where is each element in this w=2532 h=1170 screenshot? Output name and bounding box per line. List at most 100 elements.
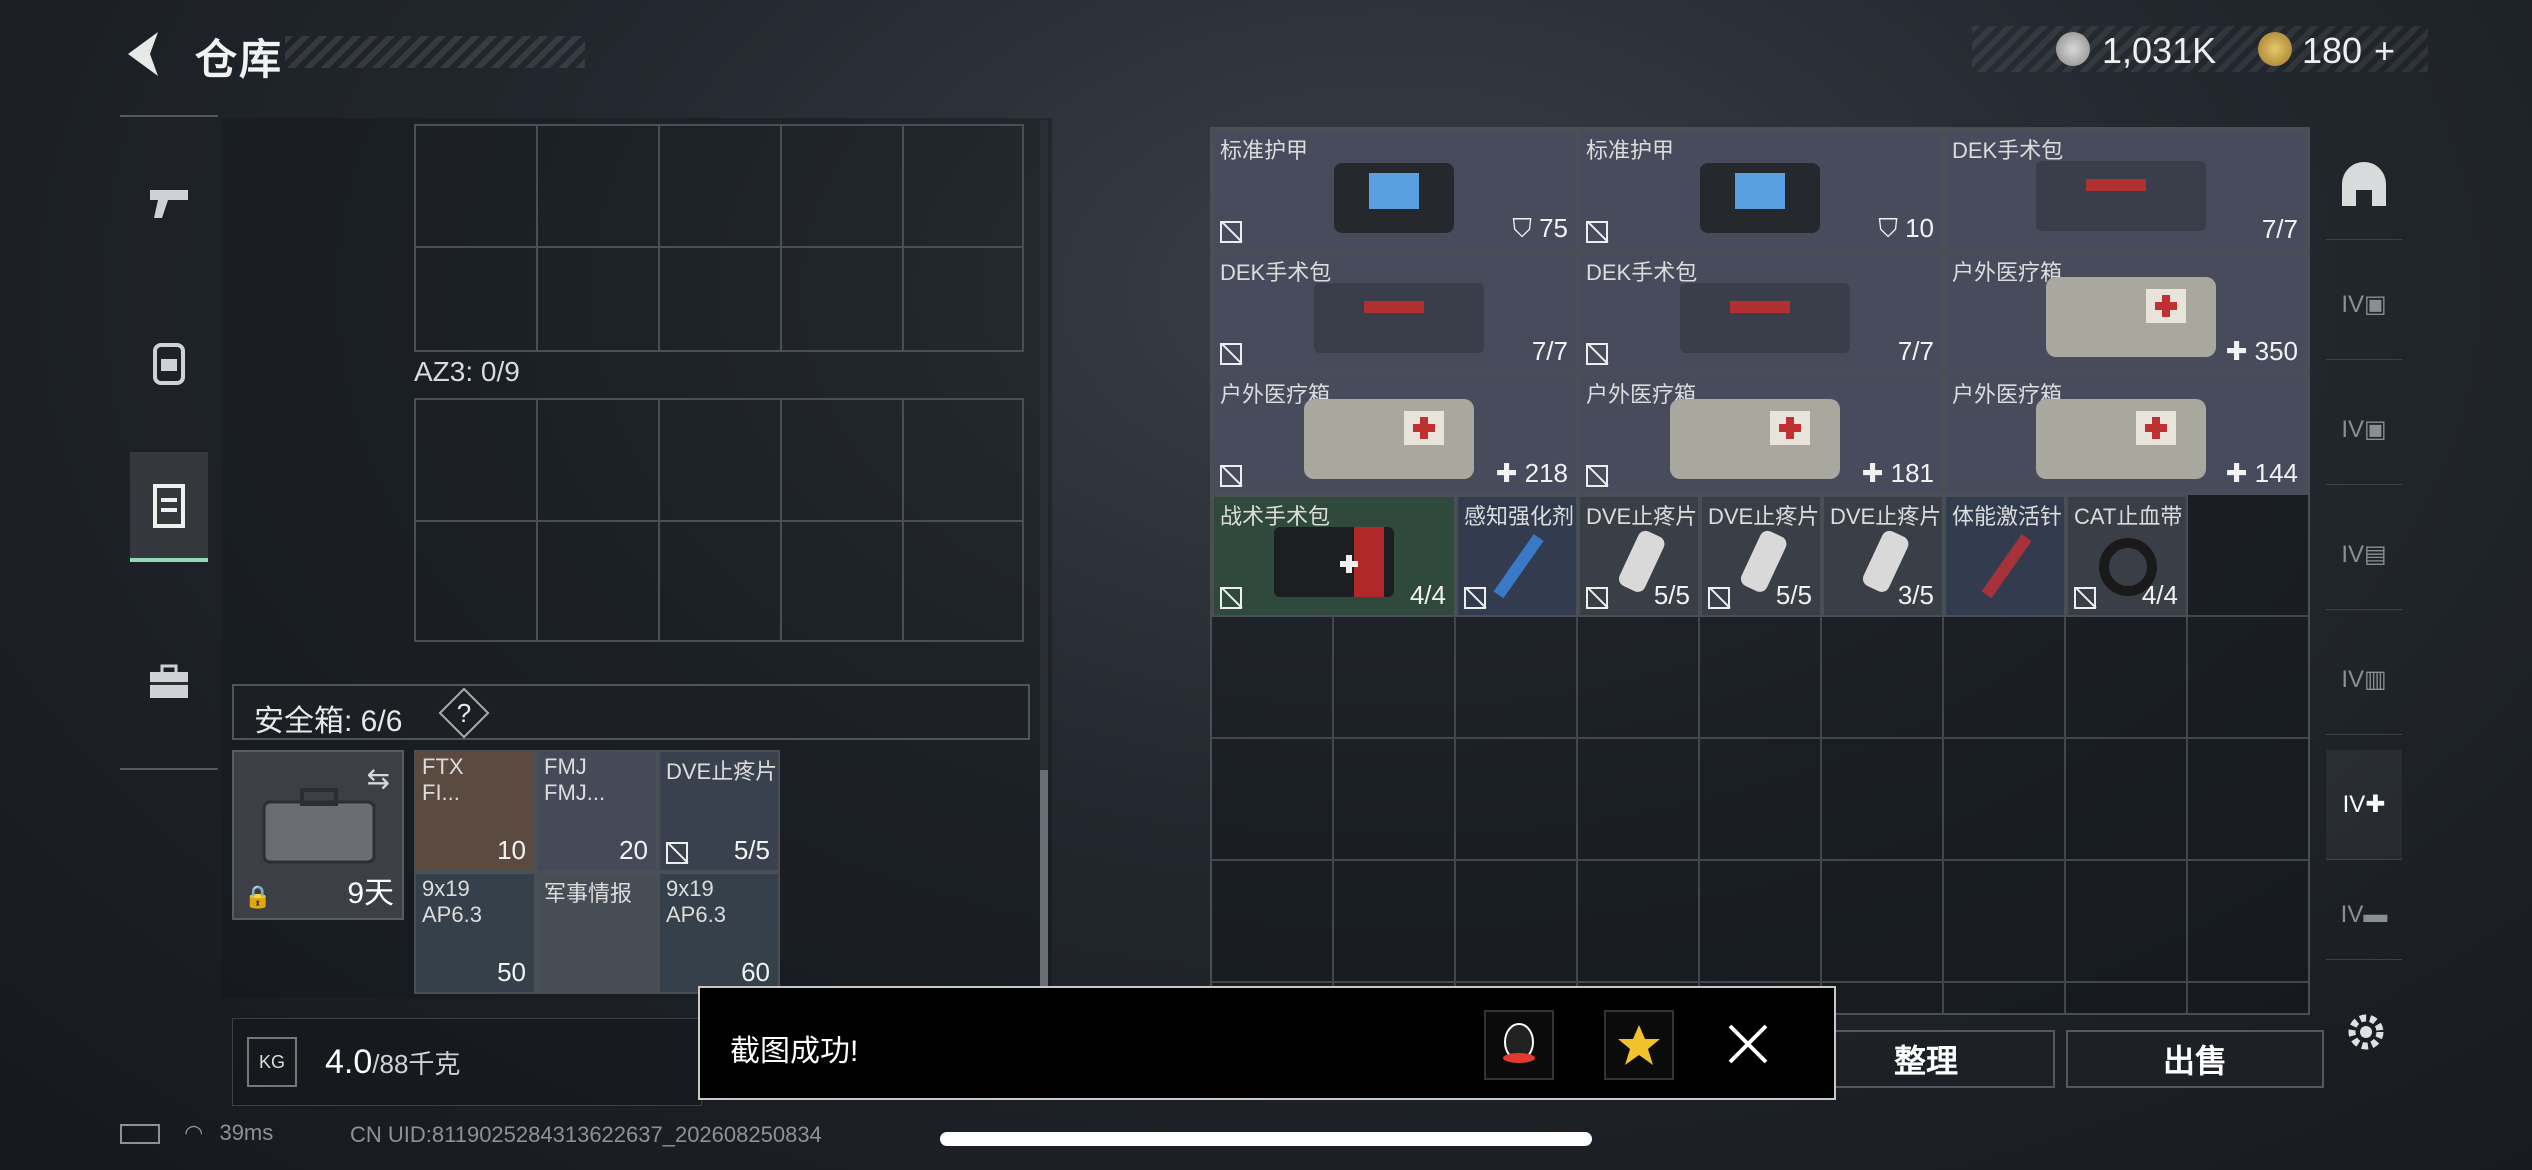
no-insure-icon [1220, 465, 1242, 487]
item-name: 标准护甲 [1220, 138, 1309, 163]
medkit-icon [1304, 399, 1474, 479]
category-medical[interactable]: IV ✚ [2326, 750, 2402, 860]
no-insure-icon [1586, 587, 1608, 609]
storage-item-dek-1[interactable]: DEK手术包 7/7 [1944, 129, 2308, 251]
category-3[interactable]: IV ▤ [2326, 500, 2402, 610]
share-qzone-button[interactable] [1604, 1010, 1674, 1080]
item-name: FMJ FMJ... [544, 754, 606, 805]
safebox-label: 安全箱: 6/6 [254, 705, 403, 738]
lock-icon: 🔒 [244, 884, 272, 909]
swap-icon[interactable]: ⇆ [367, 762, 390, 795]
settings-button[interactable] [2344, 1010, 2388, 1054]
storage-item-outdoor-3[interactable]: 户外医疗箱 ✚ 181 [1578, 373, 1944, 495]
nav-storage[interactable] [130, 452, 208, 562]
category-label: IV [2341, 665, 2364, 693]
storage-item-dve-2[interactable]: DVE止疼片 5/5 [1700, 495, 1822, 617]
item-count: ⛉ 10 [1878, 213, 1934, 243]
category-5[interactable]: IV ▬ [2326, 870, 2402, 960]
safe-item-intel[interactable]: 军事情报 [536, 872, 658, 994]
back-button[interactable] [118, 26, 168, 82]
container-grid-1[interactable] [414, 124, 1024, 352]
category-all[interactable] [2326, 130, 2402, 240]
weight-value: 4.0/88千克 [325, 1043, 460, 1082]
safe-item-fmj[interactable]: FMJ FMJ... 20 [536, 750, 658, 872]
az3-grid[interactable] [414, 398, 1024, 642]
item-count: 5/5 [1653, 580, 1690, 610]
pistol-icon [150, 190, 188, 218]
category-label: IV [2341, 540, 2364, 568]
category-label: IV [2340, 900, 2364, 928]
storage-item-dve-1[interactable]: DVE止疼片 5/5 [1578, 495, 1700, 617]
item-count: 3/5 [1897, 580, 1934, 610]
no-insure-icon [1708, 587, 1730, 609]
storage-item-outdoor-1[interactable]: 户外医疗箱 ✚ 350 [1944, 251, 2308, 373]
toast-close-button[interactable] [1726, 1022, 1770, 1066]
no-insure-icon [1220, 221, 1242, 243]
item-name: 9x19 AP6.3 [666, 876, 726, 927]
medkit-icon [2036, 399, 2206, 479]
item-count: 7/7 [2261, 214, 2298, 244]
storage-item-dve-3[interactable]: DVE止疼片 3/5 [1822, 495, 1944, 617]
storage-item-stamina[interactable]: 体能激活针 [1944, 495, 2066, 617]
silver-coin-icon [2056, 32, 2090, 66]
sell-button[interactable]: 出售 [2066, 1030, 2324, 1088]
storage-item-armor-1[interactable]: 标准护甲 ⛉ 75 [1212, 129, 1578, 251]
safe-item-ftx[interactable]: FTX FI... 10 [414, 750, 536, 872]
currency-bar: 1,031K 180 + [1972, 26, 2428, 72]
safe-item-dve[interactable]: DVE止疼片 5/5 [658, 750, 780, 872]
page-title: 仓库 [195, 36, 284, 83]
storage-item-armor-2[interactable]: 标准护甲 ⛉ 10 [1578, 129, 1944, 251]
category-2[interactable]: IV ▣ [2326, 375, 2402, 485]
item-count: 7/7 [1531, 336, 1568, 366]
safe-item-9x19-b[interactable]: 9x19 AP6.3 60 [658, 872, 780, 994]
no-insure-icon [1220, 343, 1242, 365]
storage-item-perception[interactable]: 感知强化剂 [1456, 495, 1578, 617]
weight-current: 4.0 [325, 1043, 373, 1081]
safe-case-tile[interactable]: ⇆ 🔒 9天 [232, 750, 404, 920]
no-insure-icon [1220, 587, 1242, 609]
nav-briefcase[interactable] [130, 627, 208, 737]
home-indicator[interactable] [940, 1132, 1592, 1146]
no-insure-icon [1586, 465, 1608, 487]
back-arrow-icon [128, 32, 158, 76]
safebox-help-button[interactable]: ? [438, 687, 490, 739]
syringe-icon [1493, 534, 1544, 599]
storage-item-tactical-kit[interactable]: 战术手术包 4/4 [1212, 495, 1456, 617]
item-name: 9x19 AP6.3 [422, 876, 482, 927]
no-insure-icon [1586, 221, 1608, 243]
item-count: 50 [497, 957, 526, 987]
item-name: DVE止疼片 [666, 759, 778, 784]
first-aid-kit-icon [1680, 283, 1850, 353]
category-label: IV [2341, 415, 2364, 443]
weight-max: /88千克 [372, 1049, 461, 1079]
currency-add-button[interactable]: + [2374, 30, 2395, 72]
no-insure-icon [2074, 587, 2096, 609]
no-insure-icon [1464, 587, 1486, 609]
wifi-icon: ◠ [184, 1120, 204, 1145]
left-scroll-thumb[interactable] [1040, 770, 1048, 1000]
safe-item-9x19-a[interactable]: 9x19 AP6.3 50 [414, 872, 536, 994]
toast-message: 截图成功! [730, 1035, 859, 1068]
armor-icon [1700, 163, 1820, 233]
storage-item-cat[interactable]: CAT止血带 4/4 [2066, 495, 2188, 617]
share-qq-button[interactable] [1484, 1010, 1554, 1080]
item-name: 军事情报 [544, 881, 633, 906]
item-count: 5/5 [733, 835, 770, 865]
armor-icon [1334, 163, 1454, 233]
nav-backpack[interactable] [130, 307, 208, 417]
first-aid-kit-icon [2036, 161, 2206, 231]
storage-item-outdoor-4[interactable]: 户外医疗箱 ✚ 144 [1944, 373, 2308, 495]
weight-indicator: KG 4.0/88千克 [232, 1018, 702, 1106]
category-4[interactable]: IV ▥ [2326, 625, 2402, 735]
ping-value: 39ms [219, 1120, 274, 1145]
storage-item-outdoor-2[interactable]: 户外医疗箱 ✚ 218 [1212, 373, 1578, 495]
backpack-icon [153, 343, 185, 385]
storage-item-dek-2[interactable]: DEK手术包 7/7 [1212, 251, 1578, 373]
category-1[interactable]: IV ▣ [2326, 250, 2402, 360]
screenshot-toast: 截图成功! [698, 986, 1836, 1100]
item-count: ✚ 350 [2225, 336, 2298, 366]
no-insure-icon [1586, 343, 1608, 365]
nav-weapons[interactable] [130, 147, 208, 257]
item-count: 5/5 [1775, 580, 1812, 610]
storage-item-dek-3[interactable]: DEK手术包 7/7 [1578, 251, 1944, 373]
